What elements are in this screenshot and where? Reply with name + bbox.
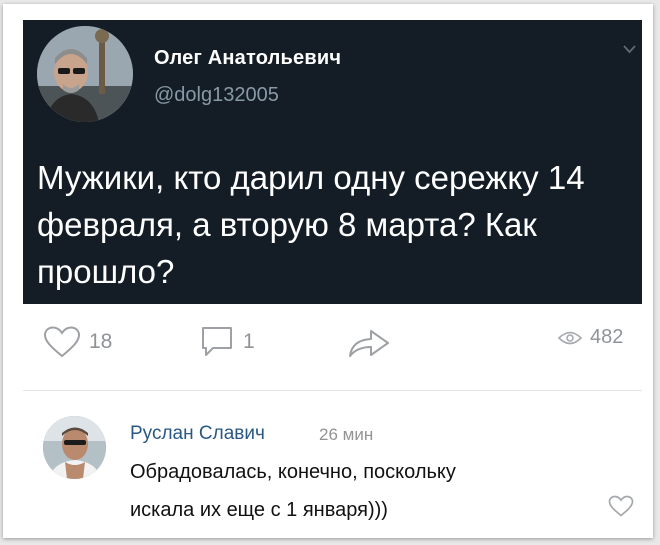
comment-timestamp: 26 мин <box>319 425 374 444</box>
tweet-screenshot: Олег Анатольевич @dolg132005 Мужики, кто… <box>23 20 642 304</box>
comment-text: Обрадовалась, конечно, поскольку искала … <box>130 453 610 529</box>
tweet-author-name[interactable]: Олег Анатольевич <box>154 47 341 70</box>
comment-author-avatar[interactable] <box>43 416 106 479</box>
tweet-author-handle[interactable]: @dolg132005 <box>154 84 279 107</box>
tweet-text: Мужики, кто дарил одну сережку 14 феврал… <box>37 159 585 290</box>
tweet-author-avatar[interactable] <box>37 26 133 122</box>
share-button[interactable] <box>347 326 391 358</box>
eye-icon <box>558 331 582 344</box>
post-actions-bar: 18 1 482 <box>3 326 660 376</box>
chevron-down-icon[interactable] <box>623 44 636 54</box>
comment-like-button[interactable] <box>608 495 634 522</box>
comment-text-line: Обрадовалась, конечно, поскольку <box>130 461 456 483</box>
like-count: 18 <box>89 330 113 353</box>
heart-icon <box>43 326 81 358</box>
views-counter: 482 <box>558 326 623 349</box>
divider <box>23 390 642 391</box>
comment-text-line: искала их еще с 1 января))) <box>130 499 388 521</box>
comment-icon <box>202 327 232 356</box>
views-count: 482 <box>590 326 624 348</box>
like-button[interactable]: 18 <box>43 326 112 358</box>
share-icon <box>349 330 389 357</box>
comment-count: 1 <box>243 330 255 353</box>
heart-outline-icon <box>608 495 634 517</box>
comment-author-name[interactable]: Руслан Славич <box>130 423 265 445</box>
post-card: Олег Анатольевич @dolg132005 Мужики, кто… <box>3 4 653 538</box>
comment-button[interactable]: 1 <box>199 326 255 358</box>
